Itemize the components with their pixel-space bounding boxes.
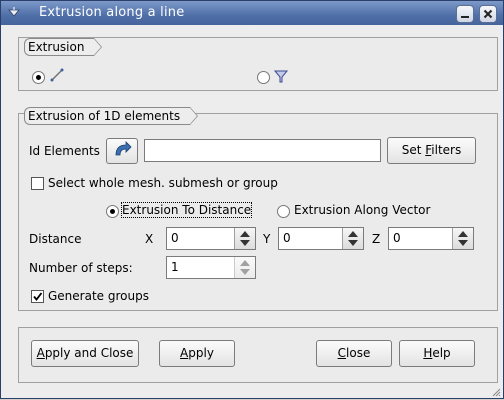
generate-groups-checkbox[interactable] bbox=[31, 290, 44, 303]
extrusion-type-line-radio[interactable] bbox=[32, 71, 45, 84]
selection-arrow-icon bbox=[115, 141, 132, 156]
extrusion-type-filter-radio[interactable] bbox=[257, 71, 270, 84]
apply-and-close-button[interactable]: Apply and Close bbox=[31, 340, 139, 367]
x-label: X bbox=[145, 232, 154, 246]
close-window-button[interactable] bbox=[479, 5, 497, 23]
generate-groups-label: Generate groups bbox=[48, 289, 149, 303]
minimize-icon bbox=[461, 16, 469, 18]
select-elements-button[interactable] bbox=[106, 138, 138, 164]
distance-z-spinbox[interactable]: 0 bbox=[388, 227, 474, 250]
spin-arrows-icon[interactable] bbox=[234, 257, 255, 278]
spin-arrows-icon[interactable] bbox=[452, 228, 473, 249]
y-label: Y bbox=[263, 232, 271, 246]
extrusion-along-vector-radio[interactable] bbox=[277, 205, 290, 218]
number-of-steps-spinbox[interactable]: 1 bbox=[166, 256, 256, 279]
z-label: Z bbox=[372, 232, 381, 246]
number-of-steps-label: Number of steps: bbox=[29, 261, 133, 275]
set-filters-button[interactable]: Set Filters bbox=[387, 137, 476, 164]
help-button[interactable]: Help bbox=[399, 340, 475, 367]
funnel-filter-icon bbox=[273, 68, 289, 84]
spin-arrows-icon[interactable] bbox=[234, 228, 255, 249]
title-bar[interactable]: Extrusion along a line bbox=[1, 1, 503, 25]
select-whole-mesh-label: Select whole mesh. submesh or group bbox=[48, 176, 278, 190]
distance-y-spinbox[interactable]: 0 bbox=[278, 227, 364, 250]
close-button[interactable]: Close bbox=[316, 340, 392, 367]
extrusion-to-distance-label[interactable]: Extrusion To Distance bbox=[120, 202, 253, 218]
extrusion-to-distance-radio[interactable] bbox=[106, 205, 119, 218]
distance-label: Distance bbox=[29, 232, 82, 246]
dialog-window: Extrusion along a line Extrusion Extrusi… bbox=[0, 0, 504, 399]
id-elements-input[interactable] bbox=[144, 139, 381, 162]
spin-arrows-icon[interactable] bbox=[342, 228, 363, 249]
id-elements-label: Id Elements bbox=[29, 144, 100, 158]
window-menu-icon[interactable] bbox=[7, 6, 21, 20]
checkmark-icon bbox=[33, 292, 43, 301]
extrusion-group-title: Extrusion bbox=[24, 38, 103, 56]
distance-x-spinbox[interactable]: 0 bbox=[166, 227, 256, 250]
close-icon bbox=[483, 9, 493, 19]
minimize-button[interactable] bbox=[456, 5, 474, 23]
elements-group-title: Extrusion of 1D elements bbox=[24, 107, 199, 125]
resize-grip-icon[interactable] bbox=[491, 386, 501, 397]
select-whole-mesh-checkbox[interactable] bbox=[31, 177, 44, 190]
apply-button[interactable]: Apply bbox=[159, 340, 235, 367]
line-segment-icon bbox=[49, 67, 65, 83]
extrusion-along-vector-label[interactable]: Extrusion Along Vector bbox=[294, 203, 430, 217]
window-title: Extrusion along a line bbox=[39, 5, 185, 20]
